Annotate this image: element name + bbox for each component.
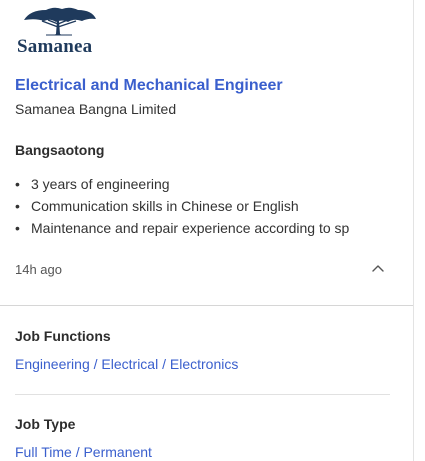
job-functions-links: Engineering / Electrical / Electronics — [15, 356, 238, 372]
panel-right-border — [413, 0, 414, 461]
job-highlight-item: Communication skills in Chinese or Engli… — [15, 198, 349, 220]
job-title-link[interactable]: Electrical and Mechanical Engineer — [15, 77, 283, 95]
company-name: Samanea Bangna Limited — [15, 101, 177, 117]
job-highlight-item: Maintenance and repair experience accord… — [15, 220, 349, 242]
job-location: Bangsaotong — [15, 142, 105, 158]
job-function-link[interactable]: Electronics — [170, 356, 238, 372]
job-function-link[interactable]: Engineering — [15, 356, 90, 372]
job-card: Samanea Electrical and Mechanical Engine… — [0, 0, 413, 305]
collapse-button[interactable] — [369, 260, 387, 278]
job-function-link[interactable]: Electrical — [101, 356, 158, 372]
job-type-link[interactable]: Full Time — [15, 444, 72, 460]
card-divider — [0, 305, 413, 306]
job-type-links: Full Time / Permanent — [15, 444, 152, 460]
job-type-link[interactable]: Permanent — [83, 444, 151, 460]
company-logo: Samanea — [16, 6, 102, 57]
job-functions-heading: Job Functions — [15, 328, 111, 344]
job-highlight-item: 3 years of engineering — [15, 176, 349, 198]
company-logo-wordmark: Samanea — [17, 36, 93, 57]
job-highlights-list: 3 years of engineering Communication ski… — [15, 176, 349, 242]
tree-icon — [24, 7, 96, 36]
job-type-heading: Job Type — [15, 416, 76, 432]
chevron-up-icon — [372, 265, 384, 272]
link-separator: / — [162, 356, 170, 372]
posted-time: 14h ago — [15, 262, 62, 277]
section-divider — [15, 394, 390, 395]
